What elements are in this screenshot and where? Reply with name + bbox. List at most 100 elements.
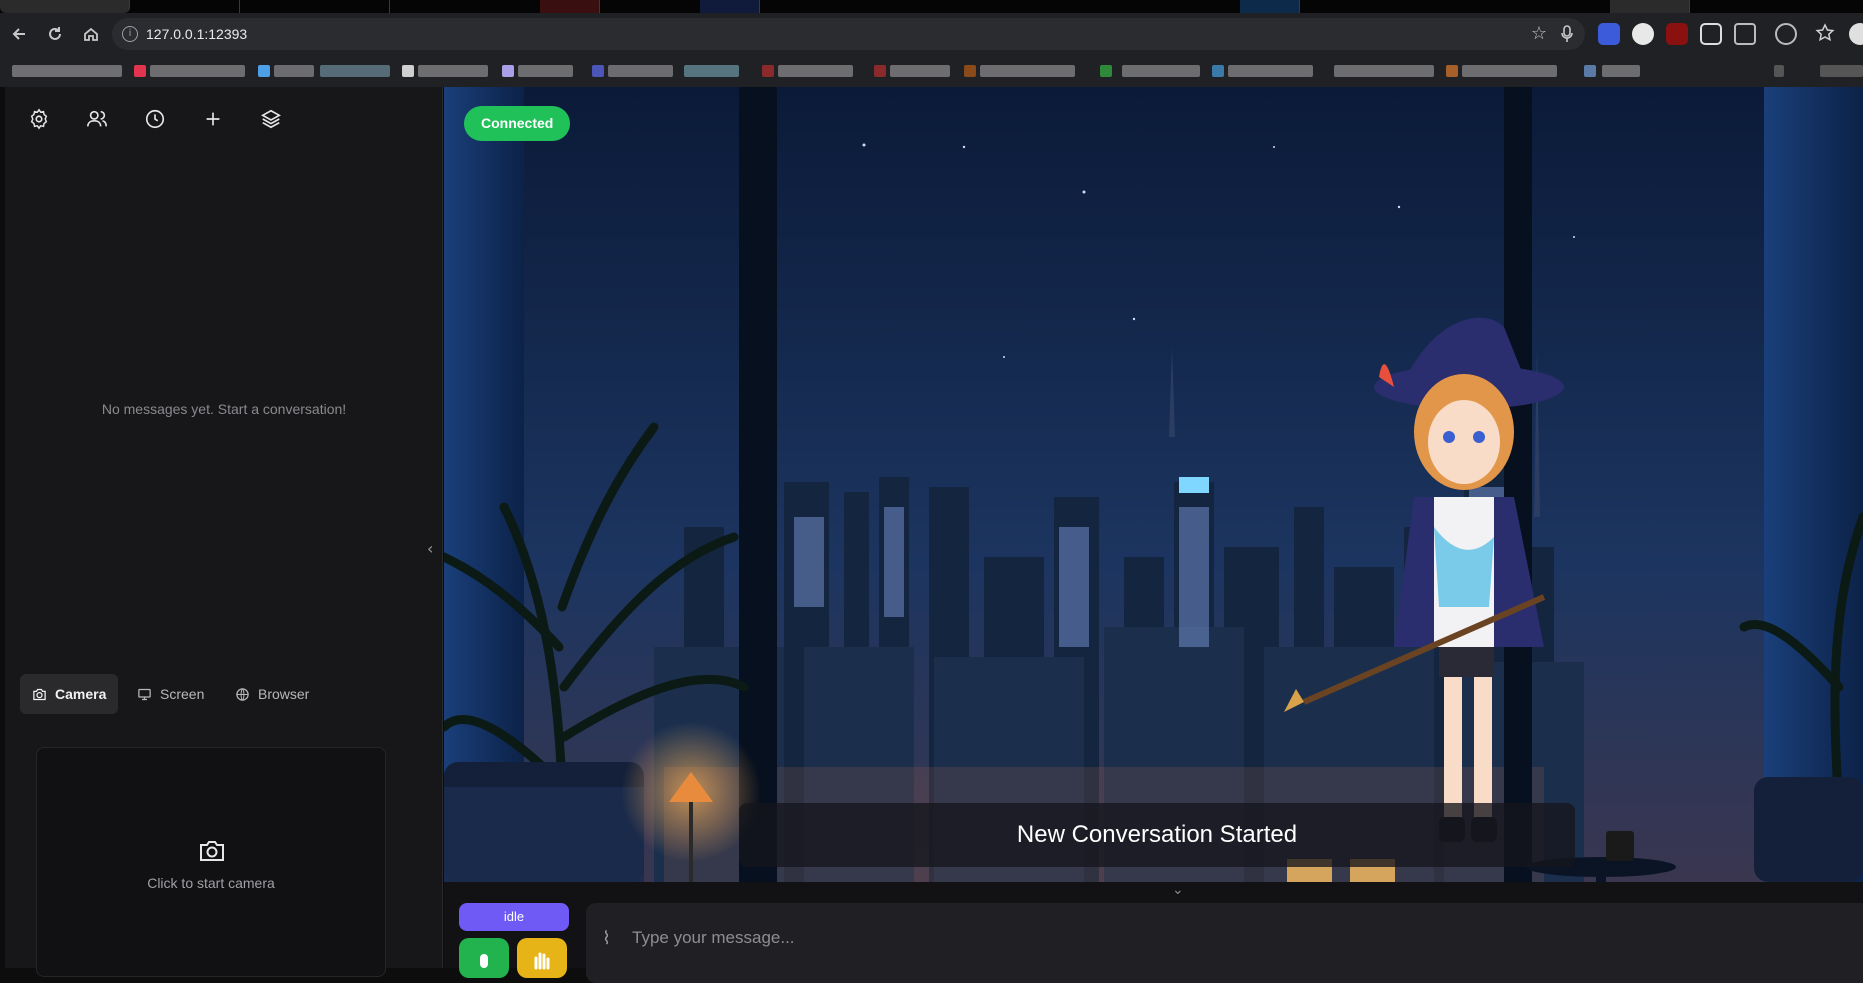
extension-icon[interactable] (1666, 23, 1688, 45)
bookmark-item[interactable] (592, 65, 604, 77)
ai-state-badge: idle (459, 903, 569, 931)
browser-tab[interactable] (540, 0, 600, 13)
bookmark-star-icon[interactable]: ☆ (1531, 23, 1547, 44)
bookmark-item[interactable] (980, 65, 1075, 77)
bookmark-item[interactable] (1100, 65, 1112, 77)
favorites-icon[interactable] (1815, 23, 1837, 45)
browser-tab-active[interactable] (0, 0, 130, 13)
users-button[interactable] (81, 103, 113, 135)
sofa-cushion (444, 787, 644, 882)
reload-icon (49, 27, 61, 40)
bookmark-item[interactable] (134, 65, 146, 77)
voice-search-icon[interactable] (1561, 25, 1573, 43)
bookmark-item[interactable] (12, 65, 122, 77)
home-icon (84, 27, 98, 41)
browser-tab[interactable] (180, 0, 240, 13)
extension-icon[interactable] (1632, 23, 1654, 45)
bookmark-item[interactable] (150, 65, 245, 77)
bookmark-item[interactable] (258, 65, 270, 77)
browser-tab[interactable] (1610, 0, 1690, 13)
browser-tab[interactable] (1240, 0, 1300, 13)
app-root: No messages yet. Start a conversation! ‹… (0, 87, 1863, 983)
camera-icon (33, 688, 46, 700)
night-city-background (444, 87, 1863, 882)
tab-camera[interactable]: Camera (20, 674, 119, 714)
camera-preview[interactable]: Click to start camera (36, 747, 386, 977)
browser-tab[interactable] (700, 0, 760, 13)
bookmark-item[interactable] (1446, 65, 1458, 77)
input-area: ⌄ idle ⌇ (444, 882, 1863, 983)
bookmark-item[interactable] (1820, 65, 1863, 77)
rooftop-sign (1179, 477, 1209, 493)
back-button[interactable] (6, 21, 32, 47)
tab-browser-label: Browser (258, 686, 310, 702)
bookmark-item[interactable] (1584, 65, 1596, 77)
bookmark-item[interactable] (418, 65, 488, 77)
bookmark-item[interactable] (1212, 65, 1224, 77)
gear-icon (30, 108, 48, 130)
sidebar: No messages yet. Start a conversation! ‹… (5, 87, 443, 977)
arrow-left-icon (12, 28, 25, 40)
camera-start-label: Click to start camera (147, 875, 275, 891)
bookmark-item[interactable] (874, 65, 886, 77)
chevron-down-icon[interactable]: ⌄ (1172, 882, 1184, 898)
settings-button[interactable] (23, 103, 55, 135)
profile-avatar[interactable] (1849, 23, 1863, 45)
address-bar[interactable]: i 127.0.0.1:12393 ☆ (112, 18, 1585, 50)
message-input[interactable] (632, 923, 1832, 953)
browser-tab[interactable] (330, 0, 390, 13)
browser-toolbar: i 127.0.0.1:12393 ☆ (0, 13, 1863, 55)
new-chat-button[interactable] (197, 103, 229, 135)
bookmark-item[interactable] (1334, 65, 1434, 77)
connection-status-badge: Connected (464, 106, 571, 141)
tab-browser[interactable]: Browser (223, 674, 321, 714)
address-url: 127.0.0.1:12393 (146, 26, 248, 42)
globe-icon (236, 687, 249, 701)
home-button[interactable] (78, 21, 104, 47)
extension-icon[interactable] (1700, 23, 1722, 45)
bookmark-item[interactable] (402, 65, 414, 77)
bookmarks-bar (0, 55, 1863, 87)
history-button[interactable] (139, 103, 171, 135)
lamp-pole (689, 802, 693, 882)
layers-icon (261, 109, 281, 129)
microphone-icon (480, 954, 488, 968)
bookmark-item[interactable] (1774, 65, 1784, 77)
browser-tab-strip (0, 0, 1863, 13)
bookmark-item[interactable] (778, 65, 853, 77)
hand-icon (534, 952, 550, 970)
site-info-icon[interactable]: i (122, 26, 138, 42)
bookmark-item[interactable] (608, 65, 673, 77)
side-table-leg (1596, 867, 1606, 882)
interrupt-button[interactable] (517, 938, 567, 978)
extension-icon[interactable] (1598, 23, 1620, 45)
bookmark-item[interactable] (502, 65, 514, 77)
bookmark-item[interactable] (964, 65, 976, 77)
sofa-right (1754, 777, 1863, 882)
bookmark-item[interactable] (1228, 65, 1313, 77)
bookmark-item[interactable] (274, 65, 314, 77)
tab-screen[interactable]: Screen (125, 674, 216, 714)
bookmark-item[interactable] (762, 65, 774, 77)
bookmark-item[interactable] (518, 65, 573, 77)
reload-button[interactable] (42, 21, 68, 47)
mic-button[interactable] (459, 938, 509, 978)
paperclip-icon[interactable]: ⌇ (602, 928, 611, 949)
mug (1606, 831, 1634, 861)
collapse-sidebar-chevron-icon[interactable]: ‹ (427, 539, 433, 558)
live2d-stage[interactable]: Connected New Conversation Started (444, 87, 1863, 882)
users-icon (87, 110, 107, 127)
window-frame-right (1504, 87, 1532, 882)
message-input-container: ⌇ (586, 903, 1863, 983)
bookmark-item[interactable] (320, 65, 390, 77)
media-controls-icon[interactable] (1775, 23, 1797, 45)
bookmark-item[interactable] (684, 65, 739, 77)
bookmark-item[interactable] (890, 65, 950, 77)
layers-button[interactable] (255, 103, 287, 135)
extensions-puzzle-icon[interactable] (1734, 23, 1756, 45)
bookmark-item[interactable] (1462, 65, 1557, 77)
empty-chat-message: No messages yet. Start a conversation! (101, 401, 347, 417)
bookmark-item[interactable] (1122, 65, 1200, 77)
tab-camera-label: Camera (55, 686, 107, 702)
bookmark-item[interactable] (1602, 65, 1640, 77)
